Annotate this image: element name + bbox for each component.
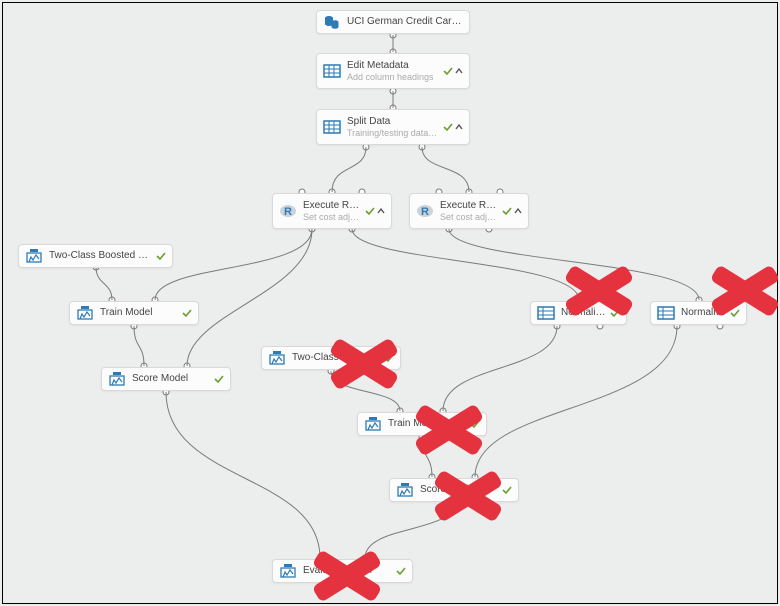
node-title: Edit Metadata: [347, 60, 439, 72]
r-icon: R: [279, 202, 297, 220]
model-icon: [396, 481, 414, 499]
model-icon: [268, 349, 286, 367]
chevron-up-icon[interactable]: [455, 123, 463, 131]
node-title: Execute R Script: [303, 200, 361, 212]
node-subtitle: Training/testing data split 50%: [347, 128, 439, 139]
check-icon: [502, 485, 512, 495]
node-title: Train Model: [388, 418, 466, 430]
node-train-model-left[interactable]: Train Model: [69, 301, 199, 325]
table-icon: [323, 118, 341, 136]
svg-text:R: R: [421, 206, 429, 218]
table-icon: [323, 62, 341, 80]
node-title: UCI German Credit Card Data: [347, 16, 463, 28]
model-icon: [108, 370, 126, 388]
node-title: Split Data: [347, 116, 439, 128]
check-icon: [610, 308, 620, 318]
check-icon: [214, 374, 224, 384]
node-edit-metadata[interactable]: Edit Metadata Add column headings: [316, 53, 470, 89]
node-subtitle: Add column headings: [347, 72, 439, 83]
chevron-up-icon[interactable]: [377, 207, 385, 215]
table-icon: [537, 304, 555, 322]
node-normalize-left[interactable]: Normalize Da...: [530, 301, 627, 325]
node-title: Evaluate Model: [303, 565, 392, 577]
svg-text:R: R: [284, 206, 292, 218]
node-title: Score Model: [420, 484, 498, 496]
chevron-up-icon[interactable]: [514, 207, 522, 215]
check-icon: [502, 206, 512, 216]
node-boosted-decision-tree[interactable]: Two-Class Boosted Decision...: [18, 244, 173, 268]
node-title: Two-Class Boosted Decision...: [49, 250, 152, 262]
model-icon: [76, 304, 94, 322]
node-normalize-right[interactable]: Normalize Da...: [650, 301, 747, 325]
model-icon: [364, 415, 382, 433]
check-icon: [182, 308, 192, 318]
model-icon: [279, 562, 297, 580]
node-score-model-right[interactable]: Score Model: [389, 478, 519, 502]
check-icon: [365, 206, 375, 216]
check-icon: [384, 353, 394, 363]
node-title: Normalize Da...: [561, 307, 606, 319]
node-score-model-left[interactable]: Score Model: [101, 367, 231, 391]
check-icon: [730, 308, 740, 318]
node-subtitle: Set cost adjustment: [303, 212, 361, 223]
node-train-model-right[interactable]: Train Model: [357, 412, 487, 436]
node-execute-r-right[interactable]: R Execute R Script Set cost adjustment: [409, 193, 529, 229]
check-icon: [470, 419, 480, 429]
node-split-data[interactable]: Split Data Training/testing data split 5…: [316, 109, 470, 145]
node-title: Normalize Da...: [681, 307, 726, 319]
node-svm[interactable]: Two-Class Support Vector...: [261, 346, 401, 370]
check-icon: [443, 122, 453, 132]
chevron-up-icon[interactable]: [455, 67, 463, 75]
node-title: Score Model: [132, 373, 210, 385]
node-title: Train Model: [100, 307, 178, 319]
node-subtitle: Set cost adjustment: [440, 212, 498, 223]
check-icon: [156, 251, 166, 261]
check-icon: [396, 566, 406, 576]
experiment-canvas[interactable]: { "nodes": { "dataset": { "title": "UCI …: [3, 3, 777, 603]
check-icon: [443, 66, 453, 76]
node-title: Two-Class Support Vector...: [292, 352, 380, 364]
table-icon: [657, 304, 675, 322]
node-evaluate-model[interactable]: Evaluate Model: [272, 559, 413, 583]
node-dataset[interactable]: UCI German Credit Card Data: [316, 10, 470, 34]
model-icon: [25, 247, 43, 265]
dataset-icon: [323, 13, 341, 31]
r-icon: R: [416, 202, 434, 220]
node-title: Execute R Script: [440, 200, 498, 212]
node-execute-r-left[interactable]: R Execute R Script Set cost adjustment: [272, 193, 392, 229]
